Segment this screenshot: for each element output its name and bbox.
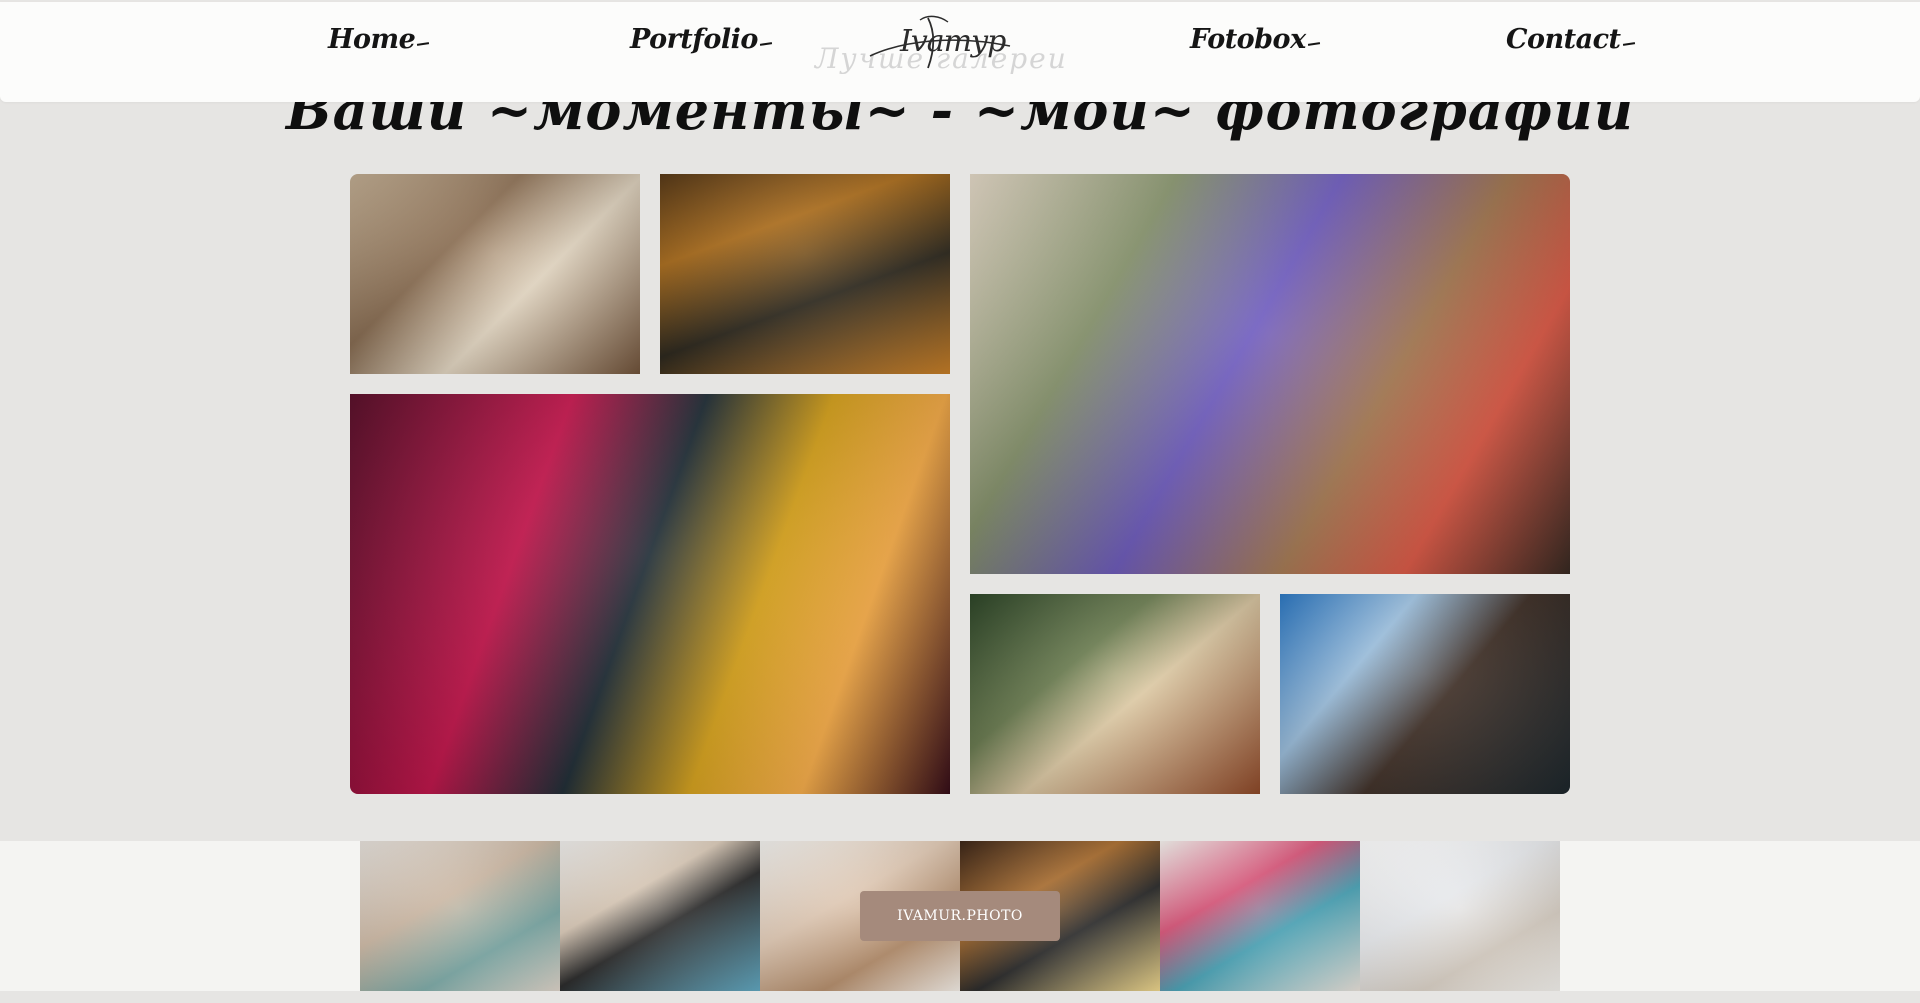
gallery-photo-autumn-portrait[interactable]: [660, 174, 950, 374]
gallery-photo-couple-sky[interactable]: [1280, 594, 1570, 794]
gallery-photo-mother-daughter[interactable]: [970, 594, 1260, 794]
site-header: Home Portfolio Лучше галереи Ivamyp Foto…: [0, 2, 1920, 102]
page-bottom-band: [0, 991, 1920, 1003]
nav-home-link[interactable]: Home: [328, 24, 429, 55]
instagram-photo[interactable]: [360, 841, 560, 991]
instagram-photo[interactable]: [560, 841, 760, 991]
instagram-button[interactable]: IVAMUR.PHOTO: [860, 891, 1060, 941]
instagram-photo[interactable]: [1160, 841, 1360, 991]
gallery-photo-cat-tea[interactable]: [350, 174, 640, 374]
nav-contact-link[interactable]: Contact: [1506, 24, 1635, 55]
logo-script-text: Ivamyp: [900, 24, 1006, 59]
gallery-photo-family-christmas[interactable]: [970, 174, 1570, 574]
gallery-photo-couple-night[interactable]: [350, 394, 950, 794]
nav-fotobox-link[interactable]: Fotobox: [1190, 24, 1320, 55]
instagram-photo[interactable]: [1360, 841, 1560, 991]
page: Home Portfolio Лучше галереи Ivamyp Foto…: [0, 0, 1920, 1003]
nav-portfolio-link[interactable]: Portfolio: [630, 24, 772, 55]
